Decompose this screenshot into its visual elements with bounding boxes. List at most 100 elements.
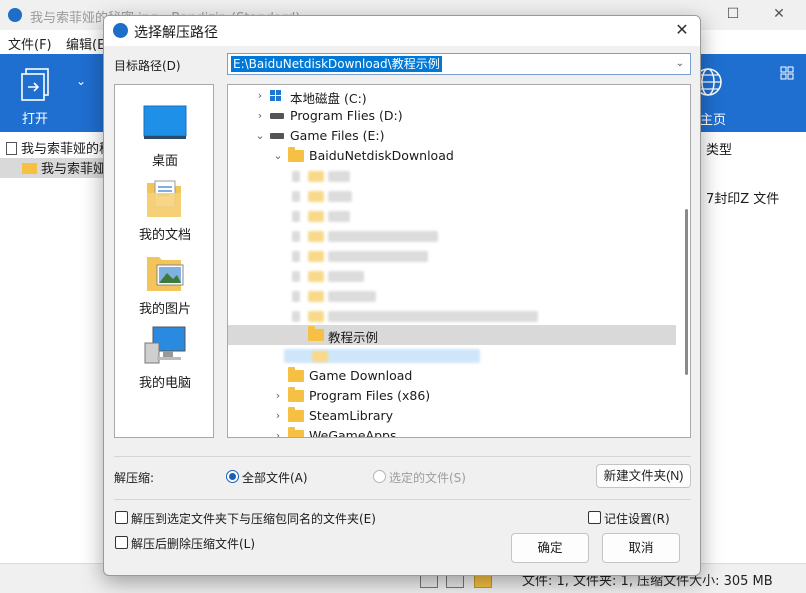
redacted-text [328, 171, 350, 182]
redacted-arrow [292, 191, 300, 202]
places-panel: 桌面 我的文档 我的图片 我的电脑 [114, 84, 214, 438]
documents-icon [147, 180, 181, 217]
column-header-type[interactable]: 类型 [706, 139, 732, 158]
tree-item-label: Game Files (E:) [290, 128, 385, 143]
new-folder-button[interactable]: 新建文件夹(N) [596, 464, 691, 488]
tree-item-label: Program Flies (D:) [290, 108, 403, 123]
checkbox-remember-settings-label[interactable]: 记住设置(R) [604, 510, 670, 527]
tree-item-redacted[interactable] [228, 246, 676, 266]
checkbox-extract-same-name-label[interactable]: 解压到选定文件夹下与压缩包同名的文件夹(E) [131, 510, 376, 527]
folder-icon [308, 231, 324, 242]
chevron-down-icon[interactable]: ⌄ [254, 129, 266, 143]
close-icon[interactable]: ✕ [672, 20, 692, 40]
redacted-text [328, 271, 364, 282]
computer-icon [144, 326, 186, 364]
tree-item-label: 教程示例 [328, 330, 379, 345]
checkbox-delete-after-label[interactable]: 解压后删除压缩文件(L) [131, 535, 255, 552]
ok-button[interactable]: 确定 [511, 533, 589, 563]
checkbox-delete-after[interactable] [115, 536, 128, 549]
tree-scrollbar[interactable] [685, 209, 688, 375]
maximize-icon[interactable]: ☐ [722, 4, 744, 24]
desktop-icon [143, 105, 187, 139]
folder-icon [288, 427, 304, 437]
tree-item-redacted[interactable] [228, 206, 676, 226]
place-documents-label[interactable]: 我的文档 [115, 224, 215, 243]
archive-tree: 我与索菲娅的秘密.jpg 我与索菲娅的秘密 [0, 132, 104, 572]
checkbox-extract-same-name[interactable] [115, 511, 128, 524]
tree-item-drive-c[interactable]: › 本地磁盘 (C:) [228, 86, 676, 106]
tree-item-program-files-x86[interactable]: › Program Files (x86) [228, 386, 676, 406]
target-path-combobox[interactable]: E:\BaiduNetdiskDownload\教程示例 ⌄ [227, 53, 691, 75]
home-button-label[interactable]: 主页 [700, 109, 726, 128]
tree-item-archive[interactable]: 我与索菲娅的秘密.jpg [6, 138, 104, 158]
redacted-arrow [292, 231, 300, 242]
tree-item-redacted[interactable] [228, 346, 676, 366]
chevron-right-icon[interactable]: › [254, 89, 266, 103]
chevron-right-icon[interactable]: › [272, 389, 284, 403]
folder-icon [308, 326, 324, 341]
folder-icon [288, 367, 304, 382]
tree-item-baidu-folder[interactable]: ⌄ BaiduNetdiskDownload [228, 146, 676, 166]
drive-icon [270, 113, 284, 119]
radio-all-files[interactable] [226, 470, 239, 483]
tree-item-redacted[interactable] [228, 186, 676, 206]
radio-all-files-label[interactable]: 全部文件(A) [242, 469, 308, 486]
tree-item-label: Program Files (x86) [309, 388, 431, 403]
grid-icon[interactable] [780, 66, 794, 80]
redacted-arrow [292, 251, 300, 262]
tree-item-selected-folder[interactable]: 教程示例 [228, 325, 676, 345]
chevron-down-icon[interactable]: ⌄ [674, 57, 686, 71]
menu-file[interactable]: 文件(F) [8, 34, 52, 53]
redacted-arrow [292, 271, 300, 282]
redacted-text [328, 191, 352, 202]
folder-icon [288, 387, 304, 402]
place-computer[interactable] [115, 325, 215, 370]
close-icon[interactable]: ✕ [768, 4, 790, 24]
folder-icon [312, 351, 328, 362]
redacted-text [328, 231, 438, 242]
tree-item-drive-e[interactable]: ⌄ Game Files (E:) [228, 126, 676, 146]
chevron-right-icon[interactable]: › [254, 109, 266, 123]
place-documents[interactable] [115, 177, 215, 222]
place-computer-label[interactable]: 我的电脑 [115, 372, 215, 391]
tree-item-redacted[interactable] [228, 306, 676, 326]
radio-selected-files-label[interactable]: 选定的文件(S) [389, 469, 466, 486]
tree-item-game-download[interactable]: Game Download [228, 366, 676, 386]
place-pictures[interactable] [115, 251, 215, 296]
folder-icon [308, 311, 324, 322]
place-desktop[interactable] [115, 105, 215, 144]
redacted-text [328, 311, 538, 322]
tree-item-folder[interactable]: 我与索菲娅的秘密 [0, 158, 104, 178]
open-button-label[interactable]: 打开 [22, 108, 48, 127]
tree-item-redacted[interactable] [228, 266, 676, 286]
tree-item-steam-library[interactable]: › SteamLibrary [228, 406, 676, 426]
tree-item-label: 本地磁盘 (C:) [290, 91, 367, 106]
place-pictures-label[interactable]: 我的图片 [115, 298, 215, 317]
place-desktop-label[interactable]: 桌面 [115, 150, 215, 169]
tree-item-redacted[interactable] [228, 226, 676, 246]
redacted-arrow [292, 211, 300, 222]
target-path-value[interactable]: E:\BaiduNetdiskDownload\教程示例 [231, 56, 442, 72]
redacted-arrow [292, 171, 300, 182]
open-icon[interactable] [20, 68, 52, 102]
windows-drive-icon [270, 90, 281, 101]
redacted-arrow [292, 311, 300, 322]
cancel-button[interactable]: 取消 [602, 533, 680, 563]
folder-tree: › 本地磁盘 (C:) › Program Flies (D:) ⌄ Game … [227, 84, 691, 438]
tree-item-drive-d[interactable]: › Program Flies (D:) [228, 106, 676, 126]
tree-item-wegame-apps[interactable]: › WeGameApps [228, 426, 676, 437]
redacted-text [328, 251, 428, 262]
radio-selected-files[interactable] [373, 470, 386, 483]
chevron-down-icon[interactable]: ⌄ [272, 149, 284, 163]
dialog-title: 选择解压路径 [134, 25, 218, 41]
redacted-arrow [292, 291, 300, 302]
target-path-label: 目标路径(D) [114, 59, 181, 73]
tree-item-label: SteamLibrary [309, 408, 394, 423]
chevron-right-icon[interactable]: › [272, 429, 284, 437]
checkbox-remember-settings[interactable] [588, 511, 601, 524]
tree-item-redacted[interactable] [228, 286, 676, 306]
divider [114, 456, 691, 457]
chevron-down-icon[interactable]: ⌄ [76, 74, 86, 88]
chevron-right-icon[interactable]: › [272, 409, 284, 423]
tree-item-redacted[interactable] [228, 166, 676, 186]
